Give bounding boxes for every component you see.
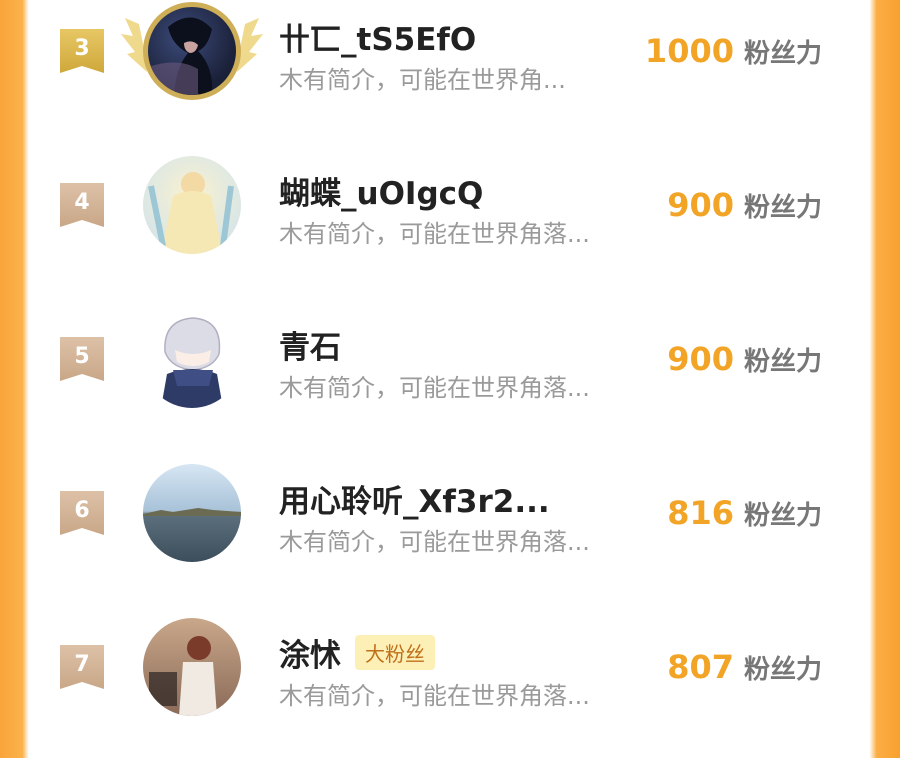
rank-badge: 5 — [60, 337, 104, 381]
user-bio: 木有简介，可能在世界角落... — [279, 220, 590, 248]
fan-power-value: 900 — [667, 186, 734, 224]
rank-badge: 3 — [60, 29, 104, 73]
fan-power-value: 1000 — [644, 32, 734, 70]
user-bio: 木有简介，可能在世界角落... — [279, 682, 590, 710]
fan-power: 900 粉丝力 — [667, 340, 822, 378]
avatar[interactable] — [143, 618, 241, 716]
fan-power-unit: 粉丝力 — [743, 39, 822, 69]
rank-badge: 4 — [60, 183, 104, 227]
user-name[interactable]: 卄匸_tS5EfO — [279, 14, 476, 59]
list-item[interactable]: 3 卄匸_tS5EfO 木有简介，可能在世界角... 1000 粉丝力 — [29, 0, 870, 142]
avatar[interactable] — [143, 310, 241, 408]
avatar[interactable] — [121, 2, 263, 100]
avatar[interactable] — [143, 156, 241, 254]
list-item[interactable]: 5 青石 木有简介，可能在世界角落... 900 粉丝力 — [29, 296, 870, 450]
fan-power-unit: 粉丝力 — [743, 655, 822, 685]
list-item[interactable]: 6 用心聆听_Xf3r2... 木有简介，可能在世界角落... 816 粉丝力 — [29, 450, 870, 604]
user-bio: 木有简介，可能在世界角落... — [279, 528, 590, 556]
user-name[interactable]: 涂怵 大粉丝 — [279, 630, 435, 675]
rank-badge: 7 — [60, 645, 104, 689]
fan-power-unit: 粉丝力 — [743, 501, 822, 531]
fan-power-value: 900 — [667, 340, 734, 378]
fan-power: 1000 粉丝力 — [645, 32, 822, 70]
user-bio: 木有简介，可能在世界角落... — [279, 374, 590, 402]
fan-power-unit: 粉丝力 — [743, 347, 822, 377]
fan-power: 900 粉丝力 — [667, 186, 822, 224]
fan-level-badge: 大粉丝 — [355, 635, 435, 670]
fan-power: 816 粉丝力 — [667, 494, 822, 532]
fan-power-value: 816 — [667, 494, 734, 532]
user-bio: 木有简介，可能在世界角... — [279, 66, 566, 94]
avatar[interactable] — [143, 464, 241, 562]
user-name[interactable]: 青石 — [279, 322, 341, 367]
user-name[interactable]: 用心聆听_Xf3r2... — [279, 476, 550, 521]
rank-badge: 6 — [60, 491, 104, 535]
list-item[interactable]: 4 蝴蝶_uOIgcQ 木有简介，可能在世界角落... 900 粉丝力 — [29, 142, 870, 296]
fan-power: 807 粉丝力 — [667, 648, 822, 686]
list-item[interactable]: 7 涂怵 大粉丝 木有简介，可能在世界角落... 807 粉丝力 — [29, 604, 870, 758]
fan-power-unit: 粉丝力 — [743, 193, 822, 223]
user-name[interactable]: 蝴蝶_uOIgcQ — [279, 168, 483, 213]
ranking-list: 3 卄匸_tS5EfO 木有简介，可能在世界角... 1000 粉丝力 4 蝴蝶… — [29, 0, 870, 716]
fan-power-value: 807 — [667, 648, 734, 686]
